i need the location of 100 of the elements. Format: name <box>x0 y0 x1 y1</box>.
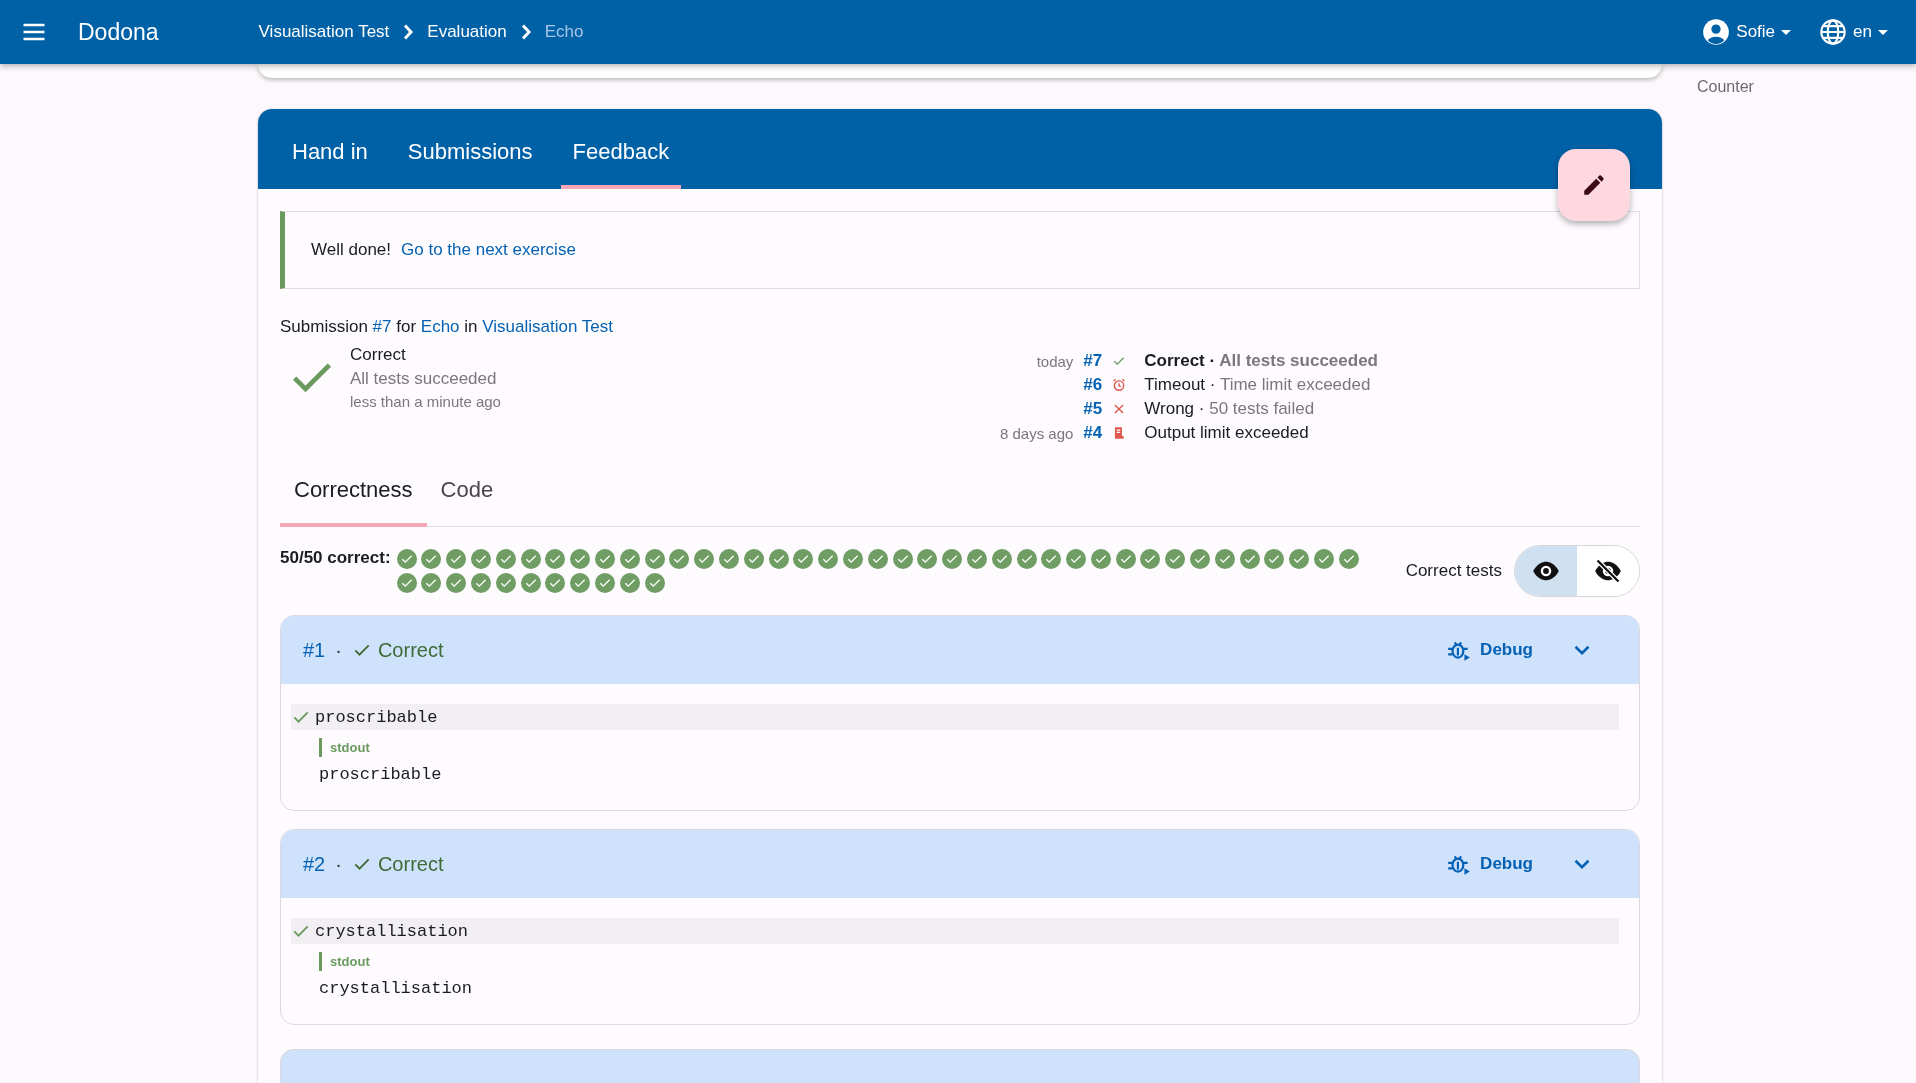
check-circle-icon[interactable] <box>1090 549 1111 569</box>
caret-icon <box>1878 27 1888 37</box>
submission-date: 8 days ago <box>999 424 1074 442</box>
check-circle-icon[interactable] <box>1264 549 1285 569</box>
check-circle-icon[interactable] <box>396 573 417 593</box>
check-circle-icon[interactable] <box>520 549 541 569</box>
check-circle-icon[interactable] <box>694 549 715 569</box>
check-circle-icon[interactable] <box>1041 549 1062 569</box>
check-circle-icon[interactable] <box>619 573 640 593</box>
status-summary: All tests succeeded <box>350 369 498 389</box>
tab[interactable]: Hand in <box>280 139 380 189</box>
check-circle-icon[interactable] <box>1214 549 1235 569</box>
breadcrumb-link[interactable]: Evaluation <box>427 22 507 42</box>
breadcrumb-link[interactable]: Echo <box>544 22 584 42</box>
submission-status: Output limit exceeded <box>1144 423 1310 443</box>
edit-button[interactable] <box>1558 149 1630 221</box>
submission-link[interactable]: #5 <box>1083 399 1103 419</box>
check-circle-icon[interactable] <box>892 549 913 569</box>
user-avatar-icon <box>1702 18 1731 46</box>
globe-icon <box>1819 18 1848 46</box>
check-circle-icon[interactable] <box>1190 549 1211 569</box>
check-circle-icon[interactable] <box>718 549 739 569</box>
check-circle-icon[interactable] <box>644 549 665 569</box>
check-circle-icon[interactable] <box>545 549 566 569</box>
alert-text: Well done! <box>311 240 391 260</box>
check-circle-icon[interactable] <box>470 573 491 593</box>
cross-icon <box>1112 402 1127 416</box>
check-circle-icon[interactable] <box>1338 549 1359 569</box>
submission-status: Timeout · Time limit exceeded <box>1144 375 1372 395</box>
status-title: Correct <box>350 345 407 365</box>
submission-link[interactable]: Echo <box>420 317 460 336</box>
alarm-clock-icon <box>1112 378 1127 392</box>
test-case-text: crystallisation <box>315 921 469 941</box>
tab[interactable]: Submissions <box>395 139 545 189</box>
check-circle-icon[interactable] <box>570 573 591 593</box>
check-circle-icon[interactable] <box>644 573 665 593</box>
separator-dot: · <box>335 638 342 662</box>
check-circle-icon[interactable] <box>743 549 764 569</box>
check-circle-icon[interactable] <box>966 549 987 569</box>
check-circle-icon[interactable] <box>421 549 442 569</box>
check-circle-icon[interactable] <box>991 549 1012 569</box>
check-circle-icon[interactable] <box>470 549 491 569</box>
check-circle-icon[interactable] <box>396 549 417 569</box>
check-circle-icon[interactable] <box>1115 549 1136 569</box>
check-circle-icon[interactable] <box>1289 549 1310 569</box>
separator-dot: · <box>335 852 342 876</box>
test-number: #1 <box>303 638 326 662</box>
check-circle-icon[interactable] <box>545 573 566 593</box>
debug-button[interactable]: Debug <box>1440 850 1539 878</box>
check-circle-icon[interactable] <box>570 549 591 569</box>
check-circle-icon[interactable] <box>1140 549 1161 569</box>
breadcrumb-link[interactable]: Visualisation Test <box>258 22 390 42</box>
check-circle-icon[interactable] <box>520 573 541 593</box>
check-circle-icon[interactable] <box>1066 549 1087 569</box>
hide-button[interactable] <box>1577 546 1639 596</box>
check-circle-icon[interactable] <box>619 549 640 569</box>
submission-link[interactable]: Visualisation Test <box>482 317 613 336</box>
toggle-label: Correct tests <box>1405 561 1502 581</box>
check-circle-icon[interactable] <box>768 549 789 569</box>
user-menu[interactable]: Sofie <box>1702 18 1792 46</box>
check-circle-icon[interactable] <box>842 549 863 569</box>
chevron-right-icon <box>403 24 414 40</box>
submission-link[interactable]: #7 <box>372 317 392 336</box>
check-circle-icon[interactable] <box>1239 549 1260 569</box>
check-circle-icon[interactable] <box>818 549 839 569</box>
test-status: Correct <box>377 852 444 876</box>
check-circle-icon[interactable] <box>1314 549 1335 569</box>
test-case-text: proscribable <box>315 707 438 727</box>
show-button[interactable] <box>1515 546 1577 596</box>
check-circle-icon[interactable] <box>793 549 814 569</box>
caret-icon <box>1781 27 1792 37</box>
summary-label: 50/50 correct: <box>280 548 391 568</box>
tab[interactable]: Feedback <box>560 139 682 189</box>
check-circle-icon[interactable] <box>495 573 516 593</box>
tab[interactable]: Correctness <box>280 465 427 527</box>
debug-button[interactable]: Debug <box>1440 636 1539 664</box>
submission-status: Correct · All tests succeeded <box>1144 351 1378 371</box>
check-circle-icon[interactable] <box>867 549 888 569</box>
check-circle-icon[interactable] <box>421 573 442 593</box>
check-circle-icon[interactable] <box>594 549 615 569</box>
check-circle-icon[interactable] <box>446 549 467 569</box>
check-circle-icon[interactable] <box>1165 549 1186 569</box>
pencil-icon <box>1581 172 1607 198</box>
check-circle-icon[interactable] <box>446 573 467 593</box>
submission-link[interactable]: #6 <box>1083 375 1103 395</box>
tab[interactable]: Code <box>426 465 508 527</box>
sidebar-item[interactable]: Counter <box>1680 72 1754 102</box>
submission-link[interactable]: #7 <box>1083 351 1103 371</box>
check-circle-icon[interactable] <box>942 549 963 569</box>
next-exercise-link[interactable]: Go to the next exercise <box>401 240 576 260</box>
language-menu[interactable]: en <box>1819 18 1888 46</box>
submission-link[interactable]: #4 <box>1083 423 1103 443</box>
app-name[interactable]: Dodona <box>78 18 159 46</box>
submission-status: Wrong · 50 tests failed <box>1144 399 1316 419</box>
check-circle-icon[interactable] <box>669 549 690 569</box>
check-circle-icon[interactable] <box>917 549 938 569</box>
check-circle-icon[interactable] <box>1016 549 1037 569</box>
check-circle-icon[interactable] <box>594 573 615 593</box>
check-circle-icon[interactable] <box>495 549 516 569</box>
submission-time: less than a minute ago <box>350 393 501 410</box>
